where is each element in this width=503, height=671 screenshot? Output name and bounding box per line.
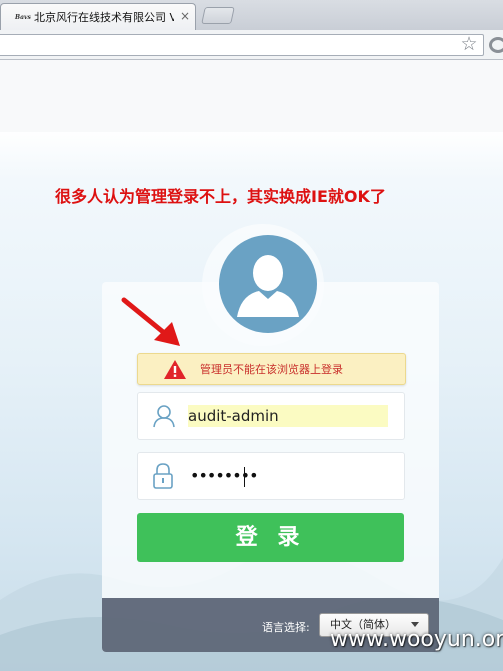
browser-tab[interactable]: Bavs 北京风行在线技术有限公司 V × [0, 3, 196, 30]
arrow-annotation [121, 297, 180, 346]
password-field[interactable]: •••••••• [137, 452, 405, 500]
star-icon[interactable]: ☆ [458, 32, 480, 56]
browser-toolbar [0, 30, 503, 60]
lock-icon [153, 463, 173, 489]
browser-warning-banner: 管理员不能在该浏览器上登录 [137, 353, 406, 385]
password-input[interactable]: •••••••• [190, 465, 258, 487]
warning-message: 管理员不能在该浏览器上登录 [200, 363, 343, 376]
login-button[interactable]: 登 录 [137, 513, 404, 562]
page-content: 很多人认为管理登录不上，其实换成IE就OK了 管理员不能在该浏览器上登录 aud… [0, 60, 503, 671]
avatar [219, 235, 317, 333]
watermark: www.wooyun.org [330, 627, 503, 652]
user-icon [153, 405, 175, 428]
close-tab-icon[interactable]: × [178, 9, 192, 23]
browser-tabstrip: Bavs 北京风行在线技术有限公司 V × [0, 0, 503, 30]
username-field[interactable]: audit-admin [137, 392, 405, 440]
annotation-text: 很多人认为管理登录不上，其实换成IE就OK了 [55, 187, 386, 206]
language-label: 语言选择: [262, 621, 310, 634]
favicon-icon: Bavs [15, 14, 31, 21]
menu-icon[interactable] [489, 37, 503, 53]
avatar-icon [237, 255, 299, 317]
warning-icon [164, 360, 186, 379]
new-tab-button[interactable] [201, 7, 235, 24]
tab-title: 北京风行在线技术有限公司 V [34, 11, 174, 24]
username-input[interactable]: audit-admin [188, 405, 398, 427]
text-caret [244, 467, 245, 487]
address-bar[interactable] [0, 34, 484, 56]
